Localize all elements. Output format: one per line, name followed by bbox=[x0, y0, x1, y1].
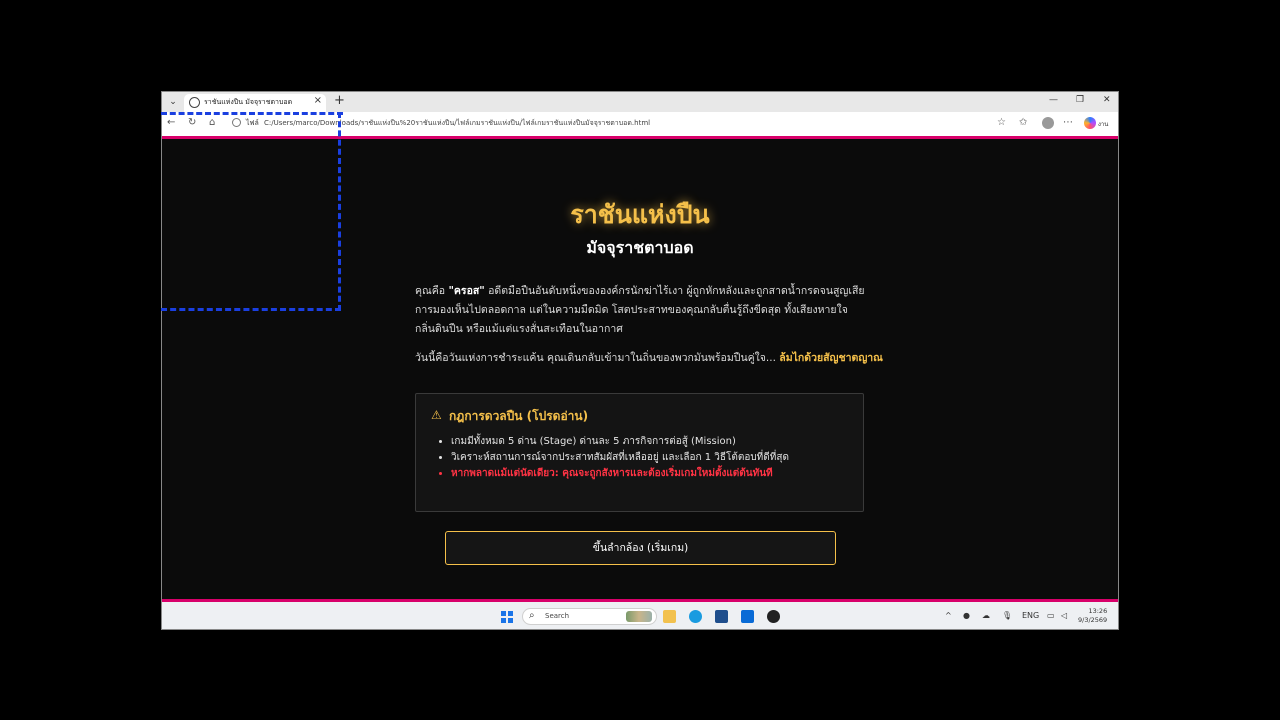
file-explorer-icon[interactable] bbox=[663, 610, 676, 623]
network-icon[interactable]: ▭ bbox=[1047, 611, 1055, 620]
star-icon[interactable]: ☆ bbox=[997, 117, 1006, 128]
clock-date: 9/3/2569 bbox=[1078, 616, 1108, 624]
minimize-icon[interactable]: — bbox=[1049, 95, 1058, 105]
copilot-icon[interactable] bbox=[1084, 117, 1096, 129]
rule-item-warning: หากพลาดแม้แต่นัดเดียว: คุณจะถูกสังหารและ… bbox=[451, 466, 871, 482]
search-icon: ⌕ bbox=[529, 610, 535, 621]
windows-start-icon[interactable] bbox=[501, 611, 513, 623]
language-indicator[interactable]: ENG bbox=[1022, 611, 1039, 620]
warning-icon: ⚠ bbox=[431, 408, 442, 422]
favorites-icon[interactable]: ✩ bbox=[1019, 117, 1027, 128]
tab-bar: ⌄ ราชันแห่งปืน มัจจุราชตาบอด × + — ❐ ✕ bbox=[162, 92, 1118, 112]
clock-time: 13:26 bbox=[1088, 607, 1108, 615]
microphone-icon[interactable]: 🎙 bbox=[1002, 611, 1012, 620]
search-placeholder: Search bbox=[545, 612, 570, 620]
new-tab-icon[interactable]: + bbox=[334, 93, 345, 108]
more-menu-icon[interactable]: ⋯ bbox=[1063, 117, 1073, 128]
copilot-label: งาน bbox=[1098, 121, 1109, 128]
close-window-icon[interactable]: ✕ bbox=[1103, 95, 1111, 105]
tray-chevron-icon[interactable]: ^ bbox=[945, 611, 952, 620]
hero-name: "ครอส" bbox=[448, 285, 485, 297]
intro-highlight: ล้มไกด้วยสัญชาตญาณ bbox=[779, 352, 883, 364]
volume-icon[interactable]: ◁ bbox=[1061, 611, 1067, 620]
taskbar: ⌕ Search ^ ● ☁ 🎙 ENG ▭ ◁ 13:26 9/3/2569 bbox=[162, 602, 1118, 629]
search-highlight-image bbox=[626, 611, 652, 622]
intro-paragraph-2: วันนี้คือวันแห่งการชำระแค้น คุณเดินกลับเ… bbox=[415, 352, 883, 364]
obs-icon[interactable] bbox=[767, 610, 780, 623]
tab-list-chevron-icon[interactable]: ⌄ bbox=[166, 95, 180, 109]
settings-app-icon[interactable] bbox=[741, 610, 754, 623]
rule-item: เกมมีทั้งหมด 5 ด่าน (Stage) ด่านละ 5 ภาร… bbox=[451, 434, 871, 450]
rules-title: กฎการดวลปืน (โปรดอ่าน) bbox=[449, 409, 589, 423]
taskbar-search[interactable]: ⌕ Search bbox=[522, 608, 657, 625]
rules-list: เกมมีทั้งหมด 5 ด่าน (Stage) ด่านละ 5 ภาร… bbox=[436, 434, 871, 482]
globe-icon bbox=[189, 97, 200, 108]
edge-icon[interactable] bbox=[689, 610, 702, 623]
tray-app-icon[interactable]: ● bbox=[963, 611, 970, 620]
clock[interactable]: 13:26 9/3/2569 bbox=[1078, 607, 1107, 625]
rules-box: ⚠ กฎการดวลปืน (โปรดอ่าน) เกมมีทั้งหมด 5 … bbox=[415, 393, 864, 512]
restore-icon[interactable]: ❐ bbox=[1076, 95, 1084, 105]
store-icon[interactable] bbox=[715, 610, 728, 623]
selection-outline bbox=[161, 112, 341, 311]
tray-cloud-icon[interactable]: ☁ bbox=[982, 611, 990, 620]
tab-close-icon[interactable]: × bbox=[314, 95, 322, 106]
profile-avatar[interactable] bbox=[1042, 117, 1054, 129]
tab-active[interactable]: ราชันแห่งปืน มัจจุราชตาบอด × bbox=[184, 94, 326, 112]
intro-paragraph: คุณคือ "ครอส" อดีตมือปืนอันดับหนึ่งขององ… bbox=[415, 285, 865, 335]
rule-item: วิเคราะห์สถานการณ์จากประสาทสัมผัสที่เหลื… bbox=[451, 450, 871, 466]
start-game-button[interactable]: ขึ้นลำกล้อง (เริ่มเกม) bbox=[445, 531, 836, 565]
tab-title: ราชันแห่งปืน มัจจุราชตาบอด bbox=[204, 98, 293, 106]
